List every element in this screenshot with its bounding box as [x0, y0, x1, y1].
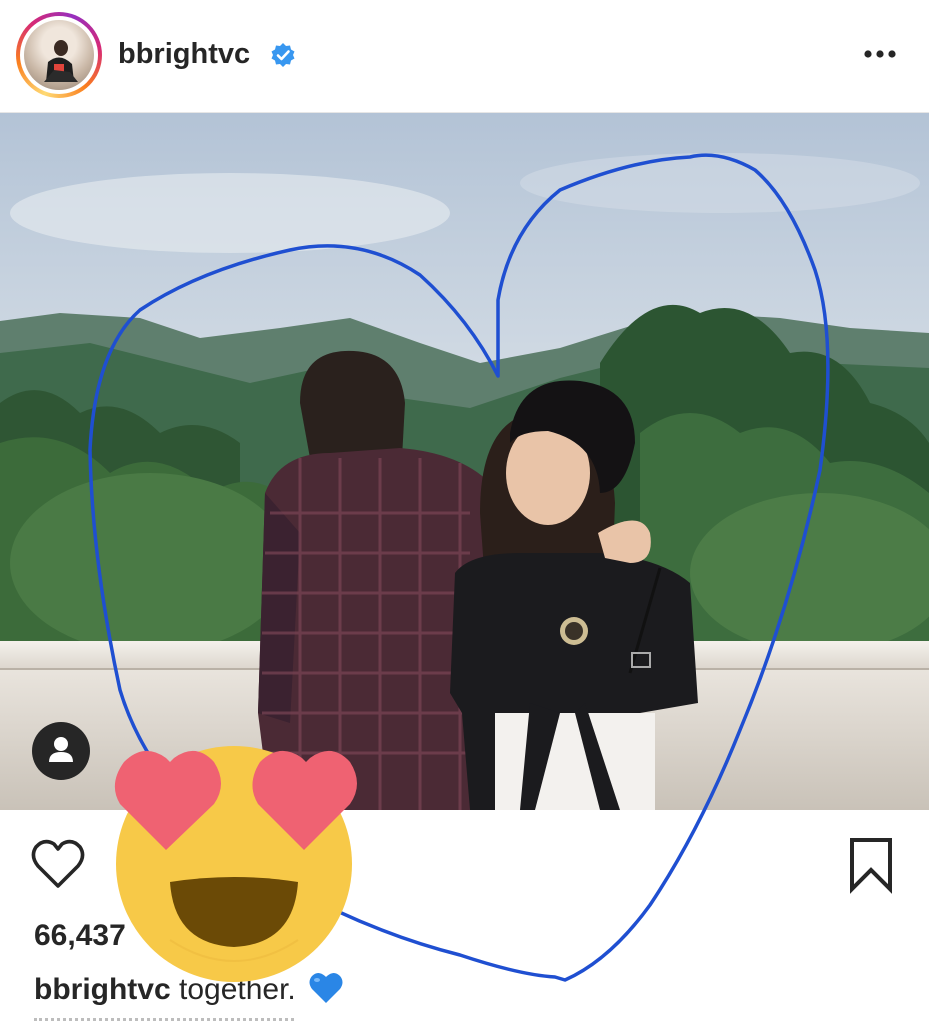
profile-avatar[interactable]	[16, 12, 102, 98]
avatar-photo	[24, 20, 94, 90]
heart-eyes-emoji-sticker	[114, 746, 357, 982]
tagged-users-button[interactable]	[32, 722, 90, 780]
post-header: bbrightvc	[0, 0, 929, 113]
user-tag-icon	[49, 737, 73, 762]
post-photo[interactable]	[0, 113, 929, 810]
heart-outline-icon[interactable]	[30, 838, 86, 890]
verified-badge-icon	[271, 43, 295, 67]
comments-preview-hint	[34, 1016, 334, 1024]
bookmark-icon[interactable]	[846, 836, 896, 894]
username[interactable]: bbrightvc	[118, 38, 250, 71]
more-options-icon[interactable]	[860, 48, 900, 60]
